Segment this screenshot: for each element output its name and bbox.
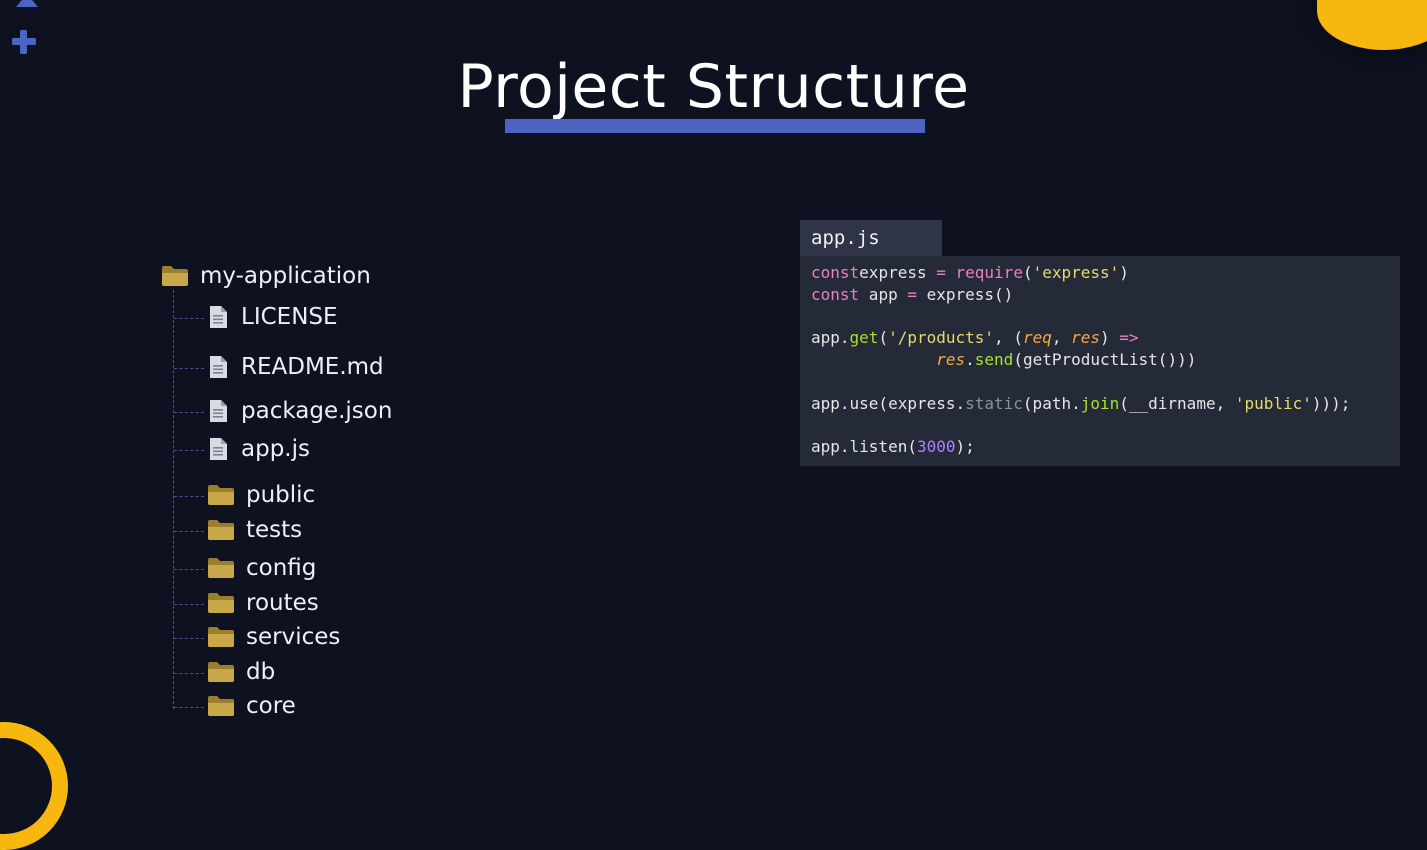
folder-icon bbox=[208, 627, 234, 647]
tree-item-label: tests bbox=[246, 517, 303, 543]
tree-item-label: db bbox=[246, 659, 276, 685]
code-line: const app = express() bbox=[811, 284, 1014, 304]
tree-item-tests: tests bbox=[207, 517, 302, 543]
tree-item-readme-md: README.md bbox=[208, 354, 384, 380]
file-icon bbox=[210, 438, 227, 460]
tree-item-label: public bbox=[246, 482, 316, 508]
folder-icon bbox=[208, 485, 234, 505]
file-icon bbox=[210, 306, 227, 328]
tree-item-license: LICENSE bbox=[208, 304, 338, 330]
tree-item-label: routes bbox=[246, 590, 319, 616]
yellow-blob-decoration bbox=[1317, 0, 1427, 50]
tree-connector-line bbox=[173, 290, 174, 709]
tree-item-label: README.md bbox=[241, 354, 384, 380]
tree-item-core: core bbox=[207, 693, 296, 719]
file-icon bbox=[210, 356, 227, 378]
tree-item-config: config bbox=[207, 555, 316, 581]
tree-item-routes: routes bbox=[207, 590, 319, 616]
tree-branch-line bbox=[174, 450, 204, 451]
tree-branch-line bbox=[174, 707, 204, 708]
tree-item-db: db bbox=[207, 659, 275, 685]
folder-icon bbox=[208, 662, 234, 682]
tree-item-label: services bbox=[246, 624, 341, 650]
code-line: app.use(express.static(path.join(__dirna… bbox=[811, 393, 1351, 413]
tree-item-app-js: app.js bbox=[208, 436, 310, 462]
tree-item-label: package.json bbox=[241, 398, 393, 424]
tree-branch-line bbox=[174, 318, 204, 319]
code-editor-panel: constexpress = require('express') const a… bbox=[800, 256, 1400, 466]
tree-branch-line bbox=[174, 368, 204, 369]
file-tree: my-application LICENSE README.md package.j… bbox=[0, 0, 600, 800]
file-icon bbox=[210, 400, 227, 422]
tree-item-package-json: package.json bbox=[208, 398, 392, 424]
code-line: app.get('/products', (req, res) => bbox=[811, 328, 1139, 348]
tree-branch-line bbox=[174, 569, 204, 570]
tree-branch-line bbox=[174, 412, 204, 413]
folder-icon bbox=[208, 593, 234, 613]
tree-item-label: config bbox=[246, 555, 317, 581]
folder-icon bbox=[208, 520, 234, 540]
tree-branch-line bbox=[174, 531, 204, 532]
code-file-tab: app.js bbox=[800, 220, 942, 256]
tree-branch-line bbox=[174, 496, 204, 497]
code-line: res.send(getProductList())) bbox=[936, 350, 1197, 370]
folder-icon bbox=[162, 266, 188, 286]
tree-item-label: LICENSE bbox=[241, 304, 338, 330]
tree-root-folder: my-application bbox=[161, 263, 371, 289]
tree-branch-line bbox=[174, 604, 204, 605]
code-line: app.listen(3000); bbox=[811, 437, 975, 457]
tree-item-label: core bbox=[246, 693, 296, 719]
folder-icon bbox=[208, 696, 234, 716]
tree-item-public: public bbox=[207, 482, 315, 508]
tree-item-services: services bbox=[207, 624, 340, 650]
code-line: constexpress = require('express') bbox=[811, 263, 1129, 282]
tree-root-label: my-application bbox=[200, 263, 371, 289]
tree-branch-line bbox=[174, 638, 204, 639]
tree-item-label: app.js bbox=[241, 436, 310, 462]
tree-branch-line bbox=[174, 673, 204, 674]
folder-icon bbox=[208, 558, 234, 578]
